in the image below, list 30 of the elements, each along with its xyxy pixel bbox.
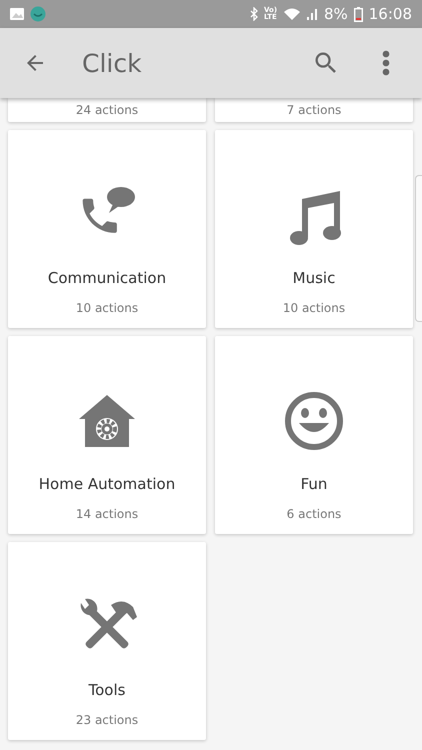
app-title: Click <box>82 48 143 78</box>
category-name: Music <box>292 269 336 287</box>
gallery-icon <box>10 8 24 20</box>
category-card[interactable]: 7 actions <box>215 98 413 122</box>
action-count: 7 actions <box>286 103 342 117</box>
action-count: 24 actions <box>76 103 138 117</box>
category-card[interactable]: Fun 6 actions <box>215 336 413 534</box>
more-options-icon[interactable] <box>382 50 390 76</box>
signal-icon <box>306 8 318 20</box>
category-name: Communication <box>48 269 166 287</box>
action-count: 6 actions <box>286 507 342 521</box>
action-count: 10 actions <box>76 301 138 315</box>
action-count: 23 actions <box>76 713 138 727</box>
clock: 16:08 <box>368 5 412 23</box>
battery-percent: 8% <box>324 5 348 23</box>
action-count: 10 actions <box>282 301 346 315</box>
app-icon <box>30 6 46 22</box>
category-card[interactable]: Communication 10 actions <box>8 130 206 328</box>
category-card[interactable]: Home Automation 14 actions <box>8 336 206 534</box>
category-card[interactable]: Tools 23 actions <box>8 542 206 740</box>
category-name: Tools <box>88 681 126 699</box>
category-name: Home Automation <box>38 475 176 493</box>
action-count: 14 actions <box>76 507 138 521</box>
wifi-icon <box>284 8 300 20</box>
smiley-icon <box>282 389 346 453</box>
bluetooth-icon <box>250 7 258 21</box>
category-card[interactable]: 24 actions <box>8 98 206 122</box>
category-name: Fun <box>300 475 328 493</box>
battery-icon <box>354 6 363 22</box>
category-card[interactable]: Music 10 actions <box>215 130 413 328</box>
